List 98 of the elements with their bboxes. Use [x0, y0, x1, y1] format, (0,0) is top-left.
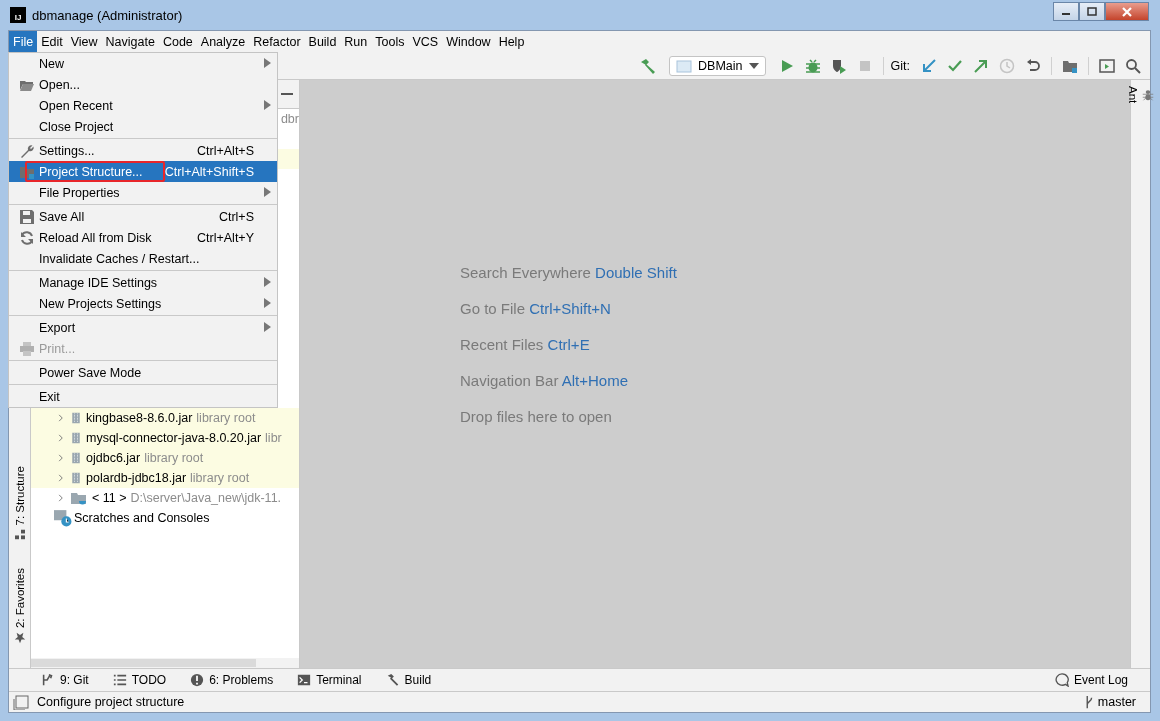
submenu-arrow-icon [264, 186, 271, 197]
close-button[interactable] [1105, 2, 1149, 21]
printer-icon [19, 340, 35, 357]
menu-item[interactable]: Tools [371, 31, 409, 53]
jar-icon [70, 430, 82, 446]
window-icon [676, 59, 693, 73]
menu-item[interactable]: Navigate [101, 31, 159, 53]
tool-window-button[interactable]: TODO [110, 673, 169, 687]
event-log-button[interactable]: Event Log [1052, 673, 1130, 687]
menu-item[interactable]: Code [158, 31, 197, 53]
menu-item[interactable]: Window [442, 31, 495, 53]
menu-item[interactable]: Close Project [9, 116, 277, 137]
star-icon [13, 632, 26, 644]
tree-item-note: library root [144, 451, 204, 465]
menu-item[interactable]: Build [304, 31, 341, 53]
maximize-button[interactable] [1079, 2, 1105, 21]
menu-item[interactable]: New Projects Settings [9, 293, 277, 314]
window-title: dbmanage (Administrator) [32, 7, 184, 23]
tool-window-button[interactable]: 6: Problems [188, 673, 276, 687]
menu-item[interactable]: Invalidate Caches / Restart... [9, 248, 277, 269]
tool-window-tab[interactable]: 2: Favorites [13, 563, 26, 648]
tree-item-note: D:\server\Java_new\jdk-11. [130, 491, 282, 505]
tool-window-button[interactable]: Terminal [295, 673, 364, 687]
editor-hint: Search Everywhere Double Shift [460, 263, 678, 281]
menu-item[interactable]: Reload All from Disk Ctrl+Alt+Y [9, 227, 277, 248]
jar-icon [70, 410, 82, 426]
tool-window-tab[interactable]: 7: Structure [13, 462, 26, 544]
editor-hint: Recent Files Ctrl+E [460, 335, 591, 353]
menu-item[interactable]: Help [494, 31, 529, 53]
menu-item[interactable]: Exit [9, 386, 277, 407]
scrollbar-thumb[interactable] [31, 659, 256, 667]
menu-item[interactable]: File Properties [9, 182, 277, 203]
status-message: Configure project structure [37, 695, 185, 709]
tree-item[interactable]: ojdbc6.jar [86, 451, 141, 465]
chevron-right-icon [56, 432, 66, 444]
speech-bubble-icon [1054, 673, 1069, 687]
run-config-dropdown[interactable]: DBMain [669, 56, 766, 76]
chevron-right-icon [56, 412, 66, 424]
list-icon [112, 673, 127, 687]
scratches-icon [54, 509, 72, 527]
chevron-right-icon [56, 492, 66, 504]
close-icon [1121, 6, 1133, 17]
refresh-icon [19, 229, 35, 246]
tree-item-note: library root [190, 471, 250, 485]
chevron-right-icon [56, 472, 66, 484]
tree-item[interactable]: polardb-jdbc18.jar [86, 471, 187, 485]
maximize-icon [1087, 7, 1097, 16]
menu-item[interactable]: Power Save Mode [9, 362, 277, 383]
git-branch[interactable]: master [1083, 695, 1136, 709]
tool-window-button[interactable]: Build [383, 673, 434, 687]
menu-item[interactable]: Analyze [196, 31, 250, 53]
tree-item[interactable]: Scratches and Consoles [74, 511, 210, 525]
hammer-icon [385, 673, 400, 687]
structure-icon [14, 529, 25, 540]
submenu-arrow-icon [264, 57, 271, 68]
folder-cup-icon [70, 490, 88, 506]
ant-icon [1142, 88, 1154, 101]
menu-item[interactable]: File [9, 31, 38, 53]
submenu-arrow-icon [264, 321, 271, 332]
chevron-right-icon [56, 452, 66, 464]
square-icon[interactable] [13, 694, 29, 710]
caret-icon [748, 63, 759, 69]
menu-item[interactable]: Settings... Ctrl+Alt+S [9, 140, 277, 161]
wrench-icon [19, 142, 35, 159]
menu-item[interactable]: New [9, 53, 277, 74]
menu-item[interactable]: Run [340, 31, 372, 53]
terminal-icon [297, 673, 312, 687]
tree-item[interactable]: < 11 > [92, 491, 127, 505]
minimize-icon[interactable] [281, 92, 293, 96]
menu-item[interactable]: View [66, 31, 102, 53]
minimize-button[interactable] [1053, 2, 1079, 21]
editor-hint: Go to File Ctrl+Shift+N [460, 299, 612, 317]
submenu-arrow-icon [264, 297, 271, 308]
menu-item[interactable]: VCS [408, 31, 443, 53]
tool-window-tab[interactable]: Ant [1127, 86, 1154, 104]
menu-item[interactable]: Open Recent [9, 95, 277, 116]
tree-item[interactable]: kingbase8-8.6.0.jar [86, 411, 193, 425]
submenu-arrow-icon [264, 99, 271, 110]
tree-item-note: library root [196, 411, 256, 425]
jar-icon [70, 470, 82, 486]
menu-item[interactable]: Export [9, 317, 277, 338]
menu-item[interactable]: Open... [9, 74, 277, 95]
editor-hint: Drop files here to open [460, 407, 613, 425]
jar-icon [70, 450, 82, 466]
exclamation-icon [190, 673, 205, 687]
tree-item[interactable]: mysql-connector-java-8.0.20.jar [86, 431, 262, 445]
branch-arrow-icon [41, 673, 55, 687]
tree-item-note: libr [265, 431, 282, 445]
submenu-arrow-icon [264, 276, 271, 287]
menu-item[interactable]: Refactor [249, 31, 305, 53]
menu-item[interactable]: Project Structure... Ctrl+Alt+Shift+S [9, 161, 277, 182]
menu-item[interactable]: Manage IDE Settings [9, 272, 277, 293]
git-label: Git: [890, 59, 910, 73]
app-logo: IJ [10, 7, 26, 23]
editor-hint: Navigation Bar Alt+Home [460, 371, 629, 389]
menu-item[interactable]: Edit [37, 31, 67, 53]
menu-item[interactable]: Save All Ctrl+S [9, 206, 277, 227]
tool-window-button[interactable]: 9: Git [39, 673, 91, 687]
